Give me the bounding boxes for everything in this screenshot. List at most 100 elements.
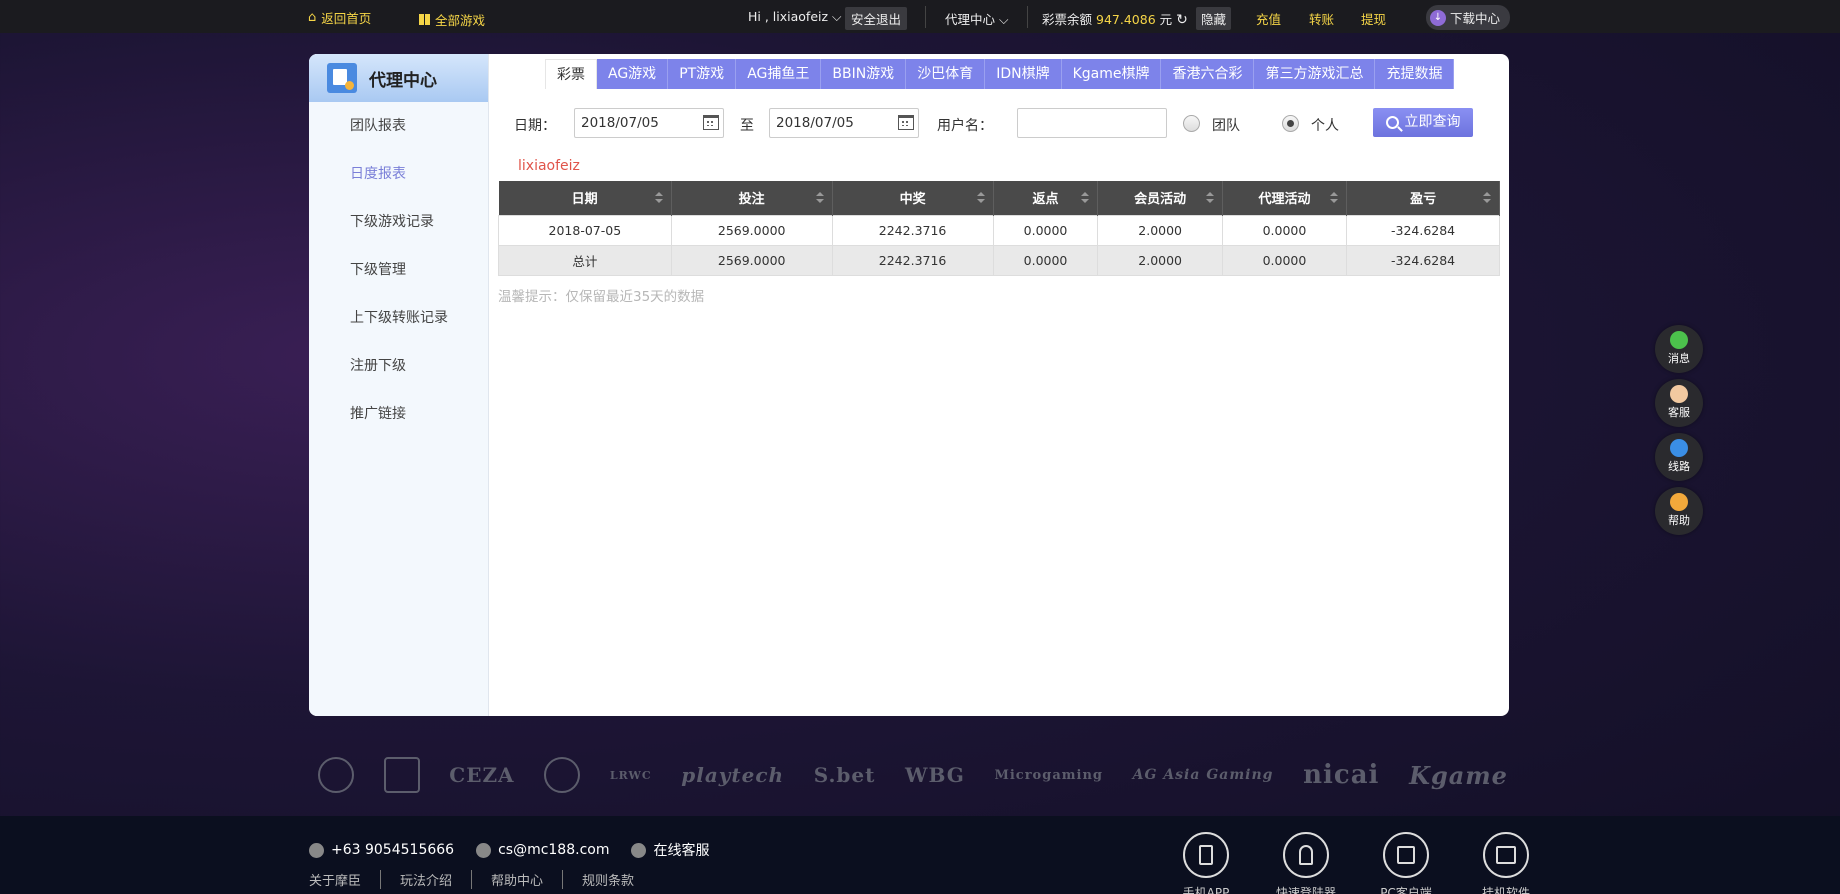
daily-report-table: 日期 投注 中奖 返点 会员活动 代理活动 盈亏 2018-07-05 2569… [498,181,1500,276]
tab-third-party-summary[interactable]: 第三方游戏汇总 [1254,59,1376,89]
footer-link-help[interactable]: 帮助中心 [471,870,562,889]
balance-display: 彩票余额 947.4086 元 ↻ [1042,9,1188,28]
footer-link-about[interactable]: 关于摩臣 [309,870,380,889]
sidebar-item-sub-game-records[interactable]: 下级游戏记录 [309,198,488,246]
grid-icon [419,14,430,25]
column-header-bet[interactable]: 投注 [671,181,833,215]
user-menu[interactable]: Hi , lixiaofeiz ⌵ [748,9,842,25]
sidebar-item-team-report[interactable]: 团队报表 [309,102,488,150]
balance-unit: 元 [1159,12,1173,27]
team-label: 团队 [1212,118,1240,134]
refresh-icon[interactable]: ↻ [1176,12,1188,28]
hide-balance-button[interactable]: 隐藏 [1196,7,1232,30]
tab-lottery[interactable]: 彩票 [545,59,597,89]
calendar-icon[interactable] [898,115,914,130]
withdraw-link[interactable]: 提现 [1361,9,1386,28]
top-bar: ⌂ 返回首页 全部游戏 Hi , lixiaofeiz ⌵ 安全退出 代理中心 … [0,0,1840,33]
tab-pt-games[interactable]: PT游戏 [668,59,737,89]
footer: +63 9054515666 cs@mc188.com 在线客服 关于摩臣 玩法… [0,816,1840,894]
sidebar: 代理中心 团队报表 日度报表 下级游戏记录 下级管理 上下级转账记录 注册下级 … [309,54,489,716]
message-button[interactable]: 消息 [1655,325,1703,373]
sidebar-title: 代理中心 [369,70,437,91]
nicai-logo: nicai [1303,760,1380,790]
speed-icon [1670,439,1688,457]
tab-saba-sports[interactable]: 沙巴体育 [906,59,986,89]
personal-label: 个人 [1311,118,1339,134]
table-cell: 0.0000 [992,214,1099,246]
sidebar-item-sub-management[interactable]: 下级管理 [309,246,488,294]
home-link[interactable]: ⌂ 返回首页 [308,8,371,27]
table-cell: -324.6284 [1346,214,1500,246]
team-radio[interactable] [1183,115,1200,132]
transfer-link[interactable]: 转账 [1309,9,1334,28]
download-center-button[interactable]: ↓ 下载中心 [1426,5,1511,30]
help-icon [1670,493,1688,511]
tab-ag-games[interactable]: AG游戏 [597,59,669,89]
personal-radio[interactable] [1282,115,1299,132]
calendar-icon[interactable] [703,115,719,130]
customer-service-button[interactable]: 客服 [1655,379,1703,427]
route-button[interactable]: 线路 [1655,433,1703,481]
sidebar-item-transfer-records[interactable]: 上下级转账记录 [309,294,488,342]
recharge-link[interactable]: 充值 [1256,9,1281,28]
footer-link-gameplay[interactable]: 玩法介绍 [380,870,471,889]
tab-ag-fishing[interactable]: AG捕鱼王 [736,59,822,89]
ceza-logo: CEZA [449,763,515,787]
column-header-agent-activity[interactable]: 代理活动 [1222,181,1348,215]
tab-idn-chess[interactable]: IDN棋牌 [985,59,1062,89]
column-header-win[interactable]: 中奖 [832,181,994,215]
column-header-member-activity[interactable]: 会员活动 [1097,181,1223,215]
footer-apps: 手机APP 快速登陆器 PC客户端 挂机软件 [1156,832,1556,894]
kgame-logo: Kgame [1409,760,1508,790]
quick-launcher-link[interactable]: 快速登陆器 [1256,832,1356,894]
date-from-field[interactable]: 2018/07/05 [574,108,724,138]
sidebar-menu: 团队报表 日度报表 下级游戏记录 下级管理 上下级转账记录 注册下级 推广链接 [309,102,488,438]
game-tabs: 彩票 AG游戏 PT游戏 AG捕鱼王 BBIN游戏 沙巴体育 IDN棋牌 Kga… [545,59,1455,89]
sidebar-item-promo-link[interactable]: 推广链接 [309,390,488,438]
agent-center-menu[interactable]: 代理中心 ⌵ [945,9,1008,28]
agent-icon [327,63,357,93]
search-icon [1385,116,1399,129]
chevron-down-icon: ⌵ [999,12,1009,27]
partner-logos: CEZA LRWC playtech S.bet WBG Microgaming… [318,752,1508,798]
balance-amount: 947.4086 [1096,12,1156,27]
email-contact[interactable]: cs@mc188.com [476,840,609,860]
tab-deposit-withdraw-data[interactable]: 充提数据 [1375,59,1455,89]
phone-device-icon [1183,832,1229,878]
mobile-app-link[interactable]: 手机APP [1156,832,1256,894]
ag-logo: AG Asia Gaming [1132,767,1274,783]
online-service-link[interactable]: 在线客服 [631,840,709,860]
sort-icon [1330,192,1339,204]
username-input[interactable] [1017,108,1167,138]
sidebar-item-daily-report[interactable]: 日度报表 [309,150,488,198]
phone-icon [309,842,324,858]
date-to-field[interactable]: 2018/07/05 [769,108,919,138]
pc-client-label: PC客户端 [1380,886,1432,894]
column-header-profit-loss[interactable]: 盈亏 [1346,181,1500,215]
table-cell: 2018-07-05 [498,214,672,246]
download-label: 下载中心 [1450,11,1501,26]
email-address: cs@mc188.com [498,842,610,858]
windows-icon [1383,832,1429,878]
sort-icon [654,192,663,204]
tab-hk-mark-six[interactable]: 香港六合彩 [1161,59,1255,89]
footer-contact: +63 9054515666 cs@mc188.com 在线客服 [309,840,709,860]
query-button[interactable]: 立即查询 [1373,108,1473,137]
tab-bbin-games[interactable]: BBIN游戏 [821,59,907,89]
help-button[interactable]: 帮助 [1655,487,1703,535]
lrwc-logo: LRWC [609,768,652,782]
sidebar-item-register-sub[interactable]: 注册下级 [309,342,488,390]
logout-button[interactable]: 安全退出 [845,7,908,30]
download-icon: ↓ [1430,9,1446,26]
pc-client-link[interactable]: PC客户端 [1356,832,1456,894]
column-header-date[interactable]: 日期 [498,181,672,215]
footer-link-rules[interactable]: 规则条款 [562,870,653,889]
message-label: 消息 [1668,352,1690,365]
wbg-logo: WBG [905,763,965,787]
all-games-link[interactable]: 全部游戏 [419,10,485,29]
sort-icon [1483,192,1491,204]
data-retention-tip: 温馨提示：仅保留最近35天的数据 [498,289,705,305]
auto-bot-link[interactable]: 挂机软件 [1456,832,1556,894]
column-header-rebate[interactable]: 返点 [993,181,1099,215]
tab-kgame-chess[interactable]: Kgame棋牌 [1061,59,1162,89]
